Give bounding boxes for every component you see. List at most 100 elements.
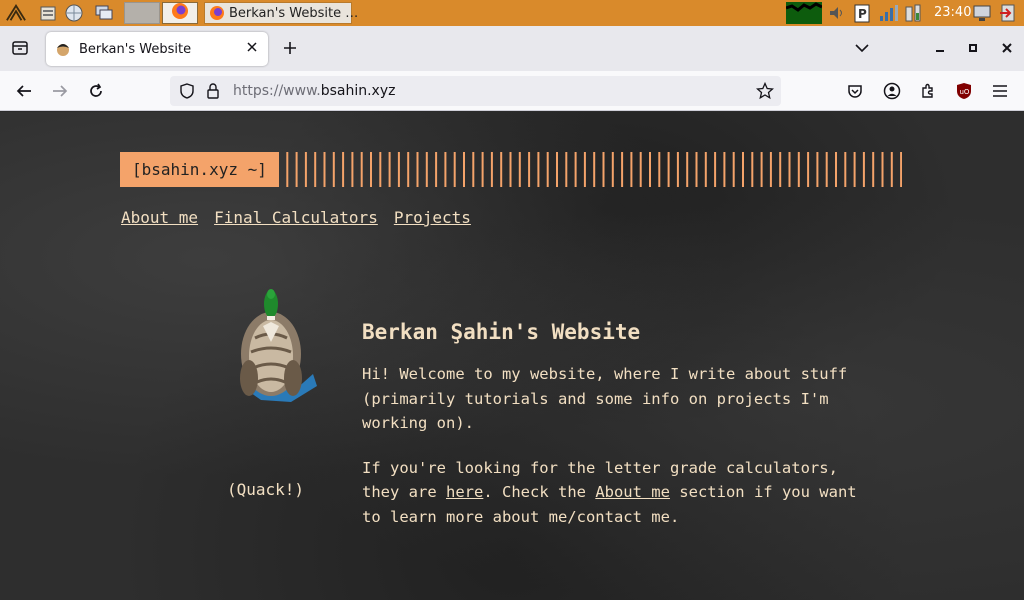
page-heading: Berkan Şahin's Website bbox=[362, 320, 641, 344]
title-bar-stripe bbox=[611, 152, 614, 187]
network-icon[interactable] bbox=[878, 3, 898, 23]
taskbar-slot-empty[interactable] bbox=[124, 2, 160, 24]
lock-icon[interactable] bbox=[206, 83, 220, 99]
title-bar-stripe bbox=[779, 152, 782, 187]
title-bar-stripe bbox=[528, 152, 531, 187]
nav-link-projects[interactable]: Projects bbox=[394, 208, 471, 227]
forward-icon[interactable] bbox=[50, 81, 70, 101]
cpu-monitor-icon bbox=[785, 2, 823, 24]
url-bar[interactable]: https://www.bsahin.xyz bbox=[170, 76, 781, 106]
volume-icon[interactable] bbox=[826, 3, 846, 23]
tracking-protection-icon[interactable] bbox=[179, 83, 195, 99]
title-bar-stripe bbox=[509, 152, 512, 187]
title-bar-stripe bbox=[490, 152, 493, 187]
intro-paragraph: Hi! Welcome to my website, where I write… bbox=[362, 365, 848, 432]
duck-image bbox=[240, 289, 317, 402]
minimize-icon[interactable] bbox=[930, 38, 950, 58]
file-manager-icon[interactable] bbox=[38, 3, 58, 23]
title-bar-stripe bbox=[797, 152, 800, 187]
title-bar-stripe bbox=[500, 152, 503, 187]
title-bar-stripe bbox=[583, 152, 586, 187]
title-bar-stripe bbox=[751, 152, 754, 187]
title-bar-stripe bbox=[518, 152, 521, 187]
title-bar-stripe bbox=[881, 152, 884, 187]
list-all-tabs-icon[interactable] bbox=[852, 38, 872, 58]
reload-icon[interactable] bbox=[86, 81, 106, 101]
nav-link-about-me[interactable]: About me bbox=[121, 208, 198, 227]
favicon-icon bbox=[55, 41, 71, 57]
app-menu-icon[interactable] bbox=[6, 3, 26, 23]
title-bar-stripe bbox=[304, 152, 307, 187]
title-bar-stripe bbox=[658, 152, 661, 187]
site-nav: About me Final Calculators Projects bbox=[121, 208, 487, 227]
pocket-icon[interactable] bbox=[845, 81, 865, 101]
title-bar-stripe bbox=[890, 152, 893, 187]
title-bar-stripe bbox=[593, 152, 596, 187]
title-bar-stripe bbox=[844, 152, 847, 187]
title-bar-stripe bbox=[732, 152, 735, 187]
title-bar-stripe bbox=[853, 152, 856, 187]
title-bar-stripe bbox=[621, 152, 624, 187]
back-icon[interactable] bbox=[14, 81, 34, 101]
title-bar-stripe bbox=[351, 152, 354, 187]
web-browser-icon[interactable] bbox=[64, 3, 84, 23]
title-bar-stripe bbox=[407, 152, 410, 187]
tab-berkans-website[interactable]: Berkan's Website bbox=[46, 32, 268, 66]
title-bar-stripe bbox=[565, 152, 568, 187]
title-bar-stripe bbox=[416, 152, 419, 187]
paragraph-text: . Check the bbox=[483, 483, 596, 501]
clock: 23:40 bbox=[934, 5, 972, 20]
about-me-inline-link[interactable]: About me bbox=[595, 483, 670, 501]
title-bar-stripe bbox=[667, 152, 670, 187]
clipboard-icon[interactable]: P bbox=[852, 3, 872, 23]
taskbar-window-button[interactable]: Berkan's Website … bbox=[204, 2, 358, 24]
firefox-view-icon[interactable] bbox=[10, 38, 30, 58]
title-bar-stripe bbox=[481, 152, 484, 187]
web-page: [bsahin.xyz ~] About me Final Calculators… bbox=[0, 112, 1024, 600]
title-bar-stripe bbox=[342, 152, 345, 187]
title-bar-stripe bbox=[816, 152, 819, 187]
extensions-icon[interactable] bbox=[918, 81, 938, 101]
new-tab-icon[interactable] bbox=[280, 38, 300, 58]
url-text: https://www.bsahin.xyz bbox=[233, 83, 395, 99]
title-bar-stripe bbox=[323, 152, 326, 187]
ublock-origin-icon[interactable]: uO bbox=[954, 81, 974, 101]
svg-text:uO: uO bbox=[960, 88, 970, 96]
title-bar-stripe bbox=[835, 152, 837, 187]
maximize-icon[interactable] bbox=[963, 38, 983, 58]
bookmark-star-icon[interactable] bbox=[756, 82, 774, 100]
os-taskbar: Berkan's Website … P 23:40 bbox=[0, 0, 1024, 26]
title-bar-stripe bbox=[900, 152, 902, 187]
title-bar-stripe bbox=[388, 152, 391, 187]
title-bar-stripe bbox=[435, 152, 438, 187]
svg-text:P: P bbox=[858, 7, 867, 21]
title-bar-stripe bbox=[769, 152, 772, 187]
title-bar-stripe bbox=[472, 152, 475, 187]
title-bar-stripe bbox=[277, 152, 279, 187]
title-bar-stripe bbox=[742, 152, 744, 187]
close-tab-icon[interactable] bbox=[246, 41, 258, 53]
logout-icon[interactable] bbox=[998, 3, 1018, 23]
taskbar-firefox-launcher[interactable] bbox=[162, 2, 198, 24]
title-bar-stripe bbox=[639, 152, 642, 187]
title-bar-stripe bbox=[807, 152, 810, 187]
title-bar-stripe bbox=[649, 152, 651, 187]
taskbar-window-title: Berkan's Website … bbox=[229, 5, 359, 21]
display-icon[interactable] bbox=[972, 3, 992, 23]
nav-link-final-calculators[interactable]: Final Calculators bbox=[214, 208, 378, 227]
app-menu-hamburger-icon[interactable] bbox=[990, 81, 1010, 101]
calculators-here-link[interactable]: here bbox=[446, 483, 483, 501]
title-bar-stripe bbox=[286, 152, 289, 187]
title-bar-stripe bbox=[397, 152, 400, 187]
title-decoration-bars bbox=[277, 152, 902, 187]
firefox-icon bbox=[171, 2, 189, 24]
title-bar-stripe bbox=[825, 152, 828, 187]
close-window-icon[interactable] bbox=[997, 38, 1017, 58]
title-bar-stripe bbox=[370, 152, 372, 187]
account-icon[interactable] bbox=[882, 81, 902, 101]
tab-title: Berkan's Website bbox=[79, 41, 192, 57]
site-title[interactable]: [bsahin.xyz ~] bbox=[120, 152, 279, 187]
desktop-icon[interactable] bbox=[94, 3, 114, 23]
title-bar-stripe bbox=[574, 152, 577, 187]
title-bar-stripe bbox=[546, 152, 549, 187]
